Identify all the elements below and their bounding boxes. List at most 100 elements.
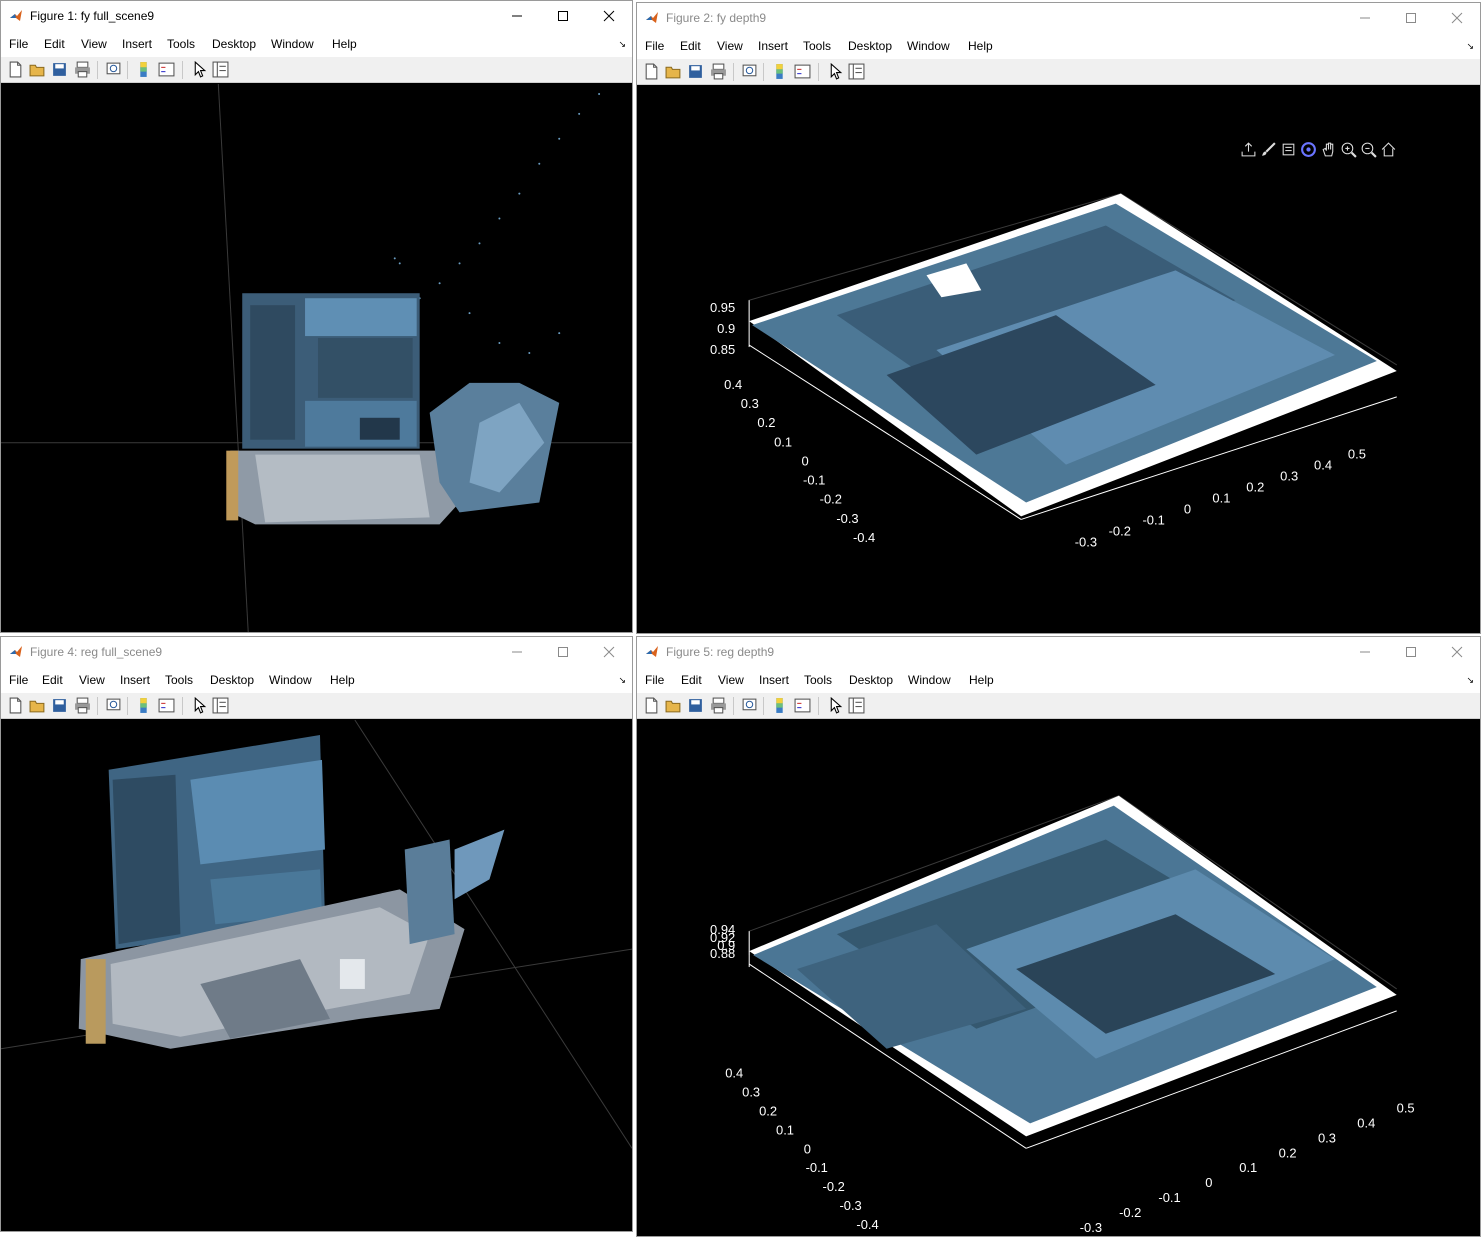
colorbar-button[interactable] xyxy=(135,697,152,714)
legend-button[interactable] xyxy=(794,697,811,714)
minimize-icon xyxy=(512,651,522,653)
open-folder-button[interactable] xyxy=(29,61,46,78)
menu-help[interactable]: Help xyxy=(332,37,357,51)
print-button[interactable] xyxy=(74,697,91,714)
menu-insert[interactable]: Insert xyxy=(758,39,788,53)
print-preview-button[interactable] xyxy=(105,61,122,78)
property-editor-button[interactable] xyxy=(212,61,229,78)
close-button[interactable] xyxy=(586,637,632,667)
close-button[interactable] xyxy=(586,1,632,31)
save-button[interactable] xyxy=(51,61,68,78)
print-button[interactable] xyxy=(74,61,91,78)
title-bar[interactable]: Figure 2: fy depth9 xyxy=(637,3,1480,33)
figure-window-2[interactable]: Figure 2: fy depth9 File Edit View Inser… xyxy=(636,2,1481,634)
close-button[interactable] xyxy=(1434,637,1480,667)
menu-tools[interactable]: Tools xyxy=(165,673,193,687)
close-button[interactable] xyxy=(1434,3,1480,33)
open-folder-button[interactable] xyxy=(29,697,46,714)
depth-surface-axes[interactable]: 0.95 0.9 0.85 0.4 0.3 0.2 0.1 0 -0.1 -0.2 -0.3 -0.… xyxy=(637,86,1480,633)
menu-insert[interactable]: Insert xyxy=(122,37,152,51)
point-cloud-axes[interactable] xyxy=(1,84,632,632)
menu-tools[interactable]: Tools xyxy=(167,37,195,51)
menu-desktop[interactable]: Desktop xyxy=(210,673,254,687)
menu-tools[interactable]: Tools xyxy=(803,39,831,53)
menu-insert[interactable]: Insert xyxy=(759,673,789,687)
new-file-button[interactable] xyxy=(7,61,24,78)
menu-desktop[interactable]: Desktop xyxy=(849,673,893,687)
menu-view[interactable]: View xyxy=(717,39,743,53)
menu-expand-icon[interactable]: ↘ xyxy=(1466,675,1474,686)
menu-expand-icon[interactable]: ↘ xyxy=(618,39,626,50)
menu-help[interactable]: Help xyxy=(969,673,994,687)
print-button[interactable] xyxy=(710,697,727,714)
menu-file[interactable]: File xyxy=(645,673,664,687)
save-button[interactable] xyxy=(687,697,704,714)
menu-file[interactable]: File xyxy=(9,37,28,51)
open-folder-button[interactable] xyxy=(665,697,682,714)
print-button[interactable] xyxy=(710,63,727,80)
save-button[interactable] xyxy=(51,697,68,714)
property-editor-button[interactable] xyxy=(848,697,865,714)
new-file-button[interactable] xyxy=(643,697,660,714)
menu-window[interactable]: Window xyxy=(908,673,951,687)
menu-view[interactable]: View xyxy=(79,673,105,687)
menu-help[interactable]: Help xyxy=(968,39,993,53)
new-file-button[interactable] xyxy=(643,63,660,80)
figure-window-5[interactable]: Figure 5: reg depth9 File Edit View Inse… xyxy=(636,636,1481,1237)
maximize-button[interactable] xyxy=(540,637,586,667)
menu-insert[interactable]: Insert xyxy=(120,673,150,687)
menu-file[interactable]: File xyxy=(9,673,28,687)
save-button[interactable] xyxy=(687,63,704,80)
maximize-button[interactable] xyxy=(1388,3,1434,33)
title-bar[interactable]: Figure 1: fy full_scene9 xyxy=(1,1,632,31)
minimize-button[interactable] xyxy=(494,637,540,667)
colorbar-button[interactable] xyxy=(135,61,152,78)
menu-desktop[interactable]: Desktop xyxy=(212,37,256,51)
minimize-button[interactable] xyxy=(1342,637,1388,667)
menu-window[interactable]: Window xyxy=(907,39,950,53)
figure-toolbar xyxy=(1,693,632,719)
maximize-button[interactable] xyxy=(540,1,586,31)
minimize-button[interactable] xyxy=(1342,3,1388,33)
property-editor-button[interactable] xyxy=(848,63,865,80)
legend-button[interactable] xyxy=(794,63,811,80)
pointer-button[interactable] xyxy=(827,696,844,714)
figure-window-4[interactable]: Figure 4: reg full_scene9 File Edit View… xyxy=(0,636,633,1232)
menu-edit[interactable]: Edit xyxy=(681,673,702,687)
point-cloud-scene xyxy=(1,84,632,632)
menu-view[interactable]: View xyxy=(81,37,107,51)
maximize-button[interactable] xyxy=(1388,637,1434,667)
menu-tools[interactable]: Tools xyxy=(804,673,832,687)
colorbar-button[interactable] xyxy=(771,697,788,714)
menu-edit[interactable]: Edit xyxy=(42,673,63,687)
menu-desktop[interactable]: Desktop xyxy=(848,39,892,53)
pointer-button[interactable] xyxy=(191,696,208,714)
open-folder-button[interactable] xyxy=(665,63,682,80)
print-preview-button[interactable] xyxy=(105,697,122,714)
menu-view[interactable]: View xyxy=(718,673,744,687)
print-preview-button[interactable] xyxy=(741,697,758,714)
menu-expand-icon[interactable]: ↘ xyxy=(618,675,626,686)
figure-window-1[interactable]: Figure 1: fy full_scene9 File Edit View … xyxy=(0,0,633,633)
colorbar-button[interactable] xyxy=(771,63,788,80)
legend-button[interactable] xyxy=(158,697,175,714)
legend-button[interactable] xyxy=(158,61,175,78)
menu-help[interactable]: Help xyxy=(330,673,355,687)
minimize-button[interactable] xyxy=(494,1,540,31)
title-bar[interactable]: Figure 4: reg full_scene9 xyxy=(1,637,632,667)
menu-edit[interactable]: Edit xyxy=(44,37,65,51)
menu-edit[interactable]: Edit xyxy=(680,39,701,53)
pointer-button[interactable] xyxy=(827,62,844,80)
title-bar[interactable]: Figure 5: reg depth9 xyxy=(637,637,1480,667)
menu-expand-icon[interactable]: ↘ xyxy=(1466,41,1474,52)
menu-file[interactable]: File xyxy=(645,39,664,53)
pointer-button[interactable] xyxy=(191,60,208,78)
print-preview-button[interactable] xyxy=(741,63,758,80)
menu-window[interactable]: Window xyxy=(269,673,312,687)
property-editor-button[interactable] xyxy=(212,697,229,714)
depth-surface-plot: 0.940.920.90.88 0.40.30.20.10-0.1-0.2-0.… xyxy=(710,794,1415,1235)
menu-window[interactable]: Window xyxy=(271,37,314,51)
new-file-button[interactable] xyxy=(7,697,24,714)
depth-surface-axes[interactable]: 0.94 0.92 0.9 0.88 0.4 0.3 0.2 0.1 0 -0.1 -0.2 -0.… xyxy=(637,720,1480,1236)
point-cloud-axes[interactable] xyxy=(1,720,632,1231)
